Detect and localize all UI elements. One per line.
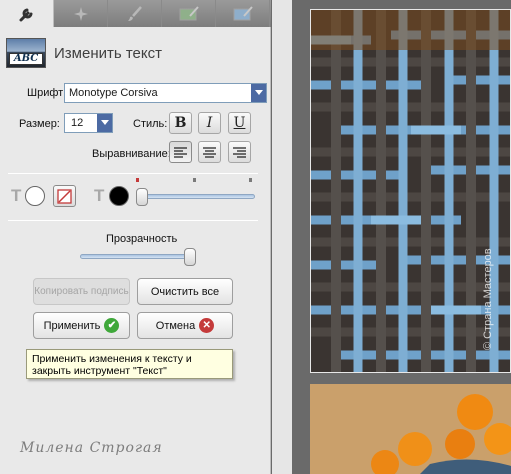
align-right-button[interactable]: [228, 141, 251, 163]
woven-basket-photo[interactable]: [310, 9, 511, 373]
outline-slider-thumb[interactable]: [136, 188, 148, 206]
align-center-icon: [203, 146, 216, 158]
opacity-label: Прозрачность: [106, 233, 178, 245]
sparkle-icon: [73, 6, 88, 21]
font-label: Шрифт:: [27, 87, 67, 99]
slider-tick: [193, 178, 196, 182]
underline-button[interactable]: U: [228, 112, 251, 134]
text-color-swatch[interactable]: [109, 186, 129, 206]
size-select[interactable]: 12: [64, 113, 113, 133]
tool-tabs: [0, 0, 271, 27]
size-label: Размер:: [19, 118, 60, 130]
tool-header: ABC Изменить текст: [6, 38, 162, 68]
tab-text-tool[interactable]: [0, 0, 54, 27]
text-tool-icon: ABC: [6, 38, 46, 68]
align-label: Выравнивание:: [92, 148, 171, 160]
tab-layer-green[interactable]: [162, 0, 216, 27]
size-value: 12: [71, 117, 84, 129]
font-value: Monotype Corsiva: [69, 87, 158, 99]
align-center-button[interactable]: [198, 141, 221, 163]
author-signature: Милена Строгая: [20, 440, 163, 456]
tools-panel: ABC Изменить текст Шрифт: Monotype Corsi…: [0, 0, 271, 474]
tool-title: Изменить текст: [54, 44, 162, 62]
opacity-slider-track[interactable]: [80, 254, 196, 259]
tab-effects[interactable]: [54, 0, 108, 27]
font-select[interactable]: Monotype Corsiva: [64, 83, 267, 103]
fill-color-swatch[interactable]: [25, 186, 45, 206]
no-color-icon: [57, 188, 72, 204]
cancel-button[interactable]: Отмена ✕: [137, 312, 233, 339]
align-left-button[interactable]: [169, 141, 192, 163]
tab-brush[interactable]: [108, 0, 162, 27]
divider: [8, 173, 258, 174]
align-left-icon: [174, 146, 187, 158]
cancel-label: Отмена: [155, 319, 196, 332]
weave-pattern: [311, 10, 510, 372]
clear-all-button[interactable]: Очистить все: [137, 278, 233, 305]
copy-caption-button[interactable]: Копировать подпись: [33, 278, 130, 305]
canvas-border: [272, 0, 292, 474]
bold-button[interactable]: B: [169, 112, 192, 134]
oranges-photo[interactable]: [310, 384, 511, 474]
slider-tick: [136, 178, 139, 182]
brush-icon: [127, 5, 142, 21]
tab-layer-blue[interactable]: [216, 0, 270, 27]
slider-tick: [249, 178, 252, 182]
style-label: Стиль:: [133, 118, 168, 130]
layer-brush-icon: [179, 5, 199, 20]
wrench-icon: [19, 8, 32, 21]
apply-tooltip: Применить изменения к тексту и закрыть и…: [26, 349, 233, 379]
oranges-illustration: [310, 384, 511, 474]
close-icon: ✕: [199, 318, 215, 333]
text-outline-icon: T: [94, 186, 105, 205]
apply-button[interactable]: Применить ✔: [33, 312, 130, 339]
chevron-down-icon[interactable]: [251, 84, 266, 102]
outline-slider-track[interactable]: [136, 194, 255, 199]
no-color-button[interactable]: [53, 185, 76, 207]
italic-button[interactable]: I: [198, 112, 221, 134]
layer-brush-icon: [233, 5, 253, 20]
align-right-icon: [233, 146, 246, 158]
divider: [8, 220, 258, 221]
checkmark-icon: ✔: [104, 318, 120, 333]
opacity-slider-thumb[interactable]: [184, 248, 196, 266]
watermark: © Страна Мастеров: [482, 248, 494, 350]
apply-label: Применить: [43, 319, 101, 332]
text-fill-icon: T: [11, 186, 22, 205]
chevron-down-icon[interactable]: [97, 114, 112, 132]
